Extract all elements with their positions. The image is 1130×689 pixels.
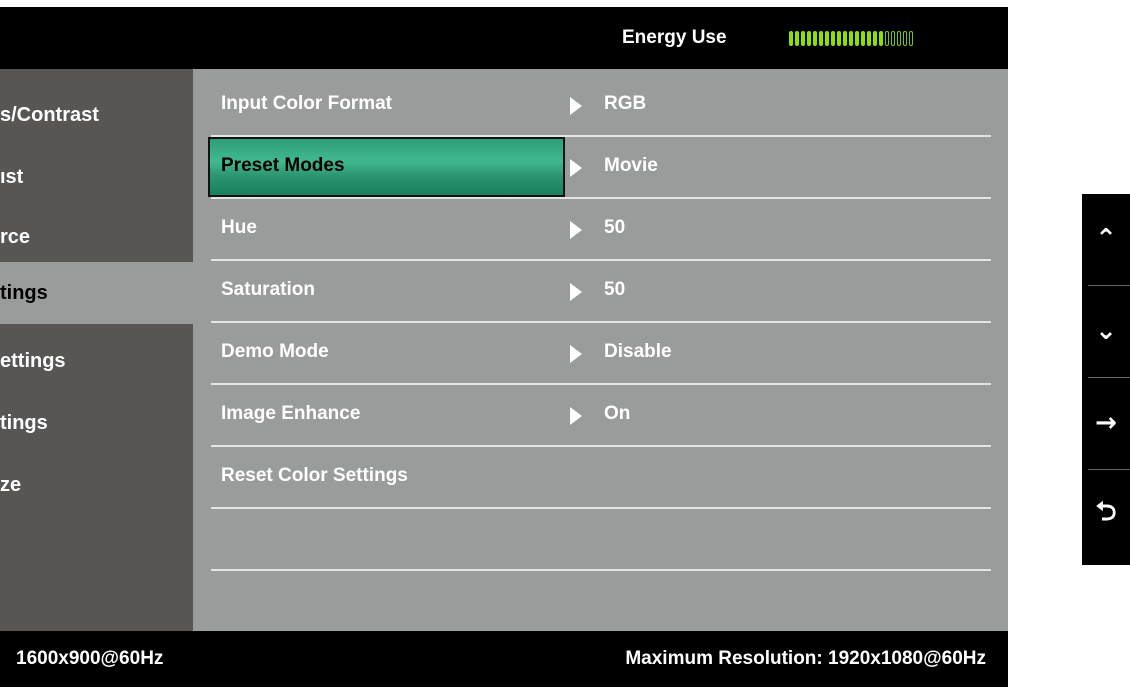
energy-use-label: Energy Use	[622, 27, 727, 48]
energy-segment	[849, 31, 853, 46]
sidebar-item-label: tings	[0, 412, 48, 434]
menu-row-value: RGB	[604, 93, 647, 114]
triangle-right-icon	[570, 345, 582, 363]
menu-row-label: Saturation	[221, 279, 315, 300]
energy-segment	[867, 31, 871, 46]
menu-row[interactable]: Hue 50	[211, 199, 991, 261]
sidebar: s/Contrast ıst rce tings ettings tings ze	[0, 69, 193, 631]
menu-row-label: Demo Mode	[221, 341, 329, 362]
menu-row[interactable]: Preset Modes Movie	[208, 137, 991, 199]
top-bar: Energy Use	[0, 7, 1008, 69]
energy-segment	[789, 31, 793, 46]
return-icon: ⮌	[1095, 497, 1117, 527]
menu-row[interactable]: Demo Mode Disable	[211, 323, 991, 385]
energy-segment	[891, 31, 895, 46]
triangle-right-icon	[570, 97, 582, 115]
sidebar-item[interactable]: tings	[0, 391, 193, 455]
sidebar-item[interactable]: rce	[0, 205, 193, 269]
enter-button[interactable]: →	[1082, 378, 1130, 468]
menu-row-label: Preset Modes	[221, 155, 345, 176]
triangle-right-icon	[570, 407, 582, 425]
menu-row-value: Movie	[604, 155, 658, 176]
menu-row[interactable]: Saturation 50	[211, 261, 991, 323]
down-button[interactable]: ⌄	[1082, 286, 1130, 376]
energy-segment	[873, 31, 877, 46]
sidebar-item[interactable]: s/Contrast	[0, 83, 193, 147]
menu-row[interactable]: Reset Color Settings	[211, 447, 991, 509]
sidebar-item-label: ze	[0, 474, 22, 496]
energy-segment	[897, 31, 901, 46]
sidebar-item-label: rce	[0, 226, 31, 248]
triangle-right-icon	[570, 221, 582, 239]
menu-row-label: Input Color Format	[221, 93, 392, 114]
triangle-right-icon	[570, 283, 582, 301]
row-divider	[211, 569, 991, 571]
chevron-down-icon: ⌄	[1095, 316, 1117, 346]
back-button[interactable]: ⮌	[1082, 470, 1130, 560]
up-button[interactable]: ⌃	[1082, 194, 1130, 284]
sidebar-item-label: ıst	[0, 166, 24, 188]
energy-segment	[801, 31, 805, 46]
sidebar-item[interactable]: ettings	[0, 329, 193, 393]
navigation-buttons: ⌃ ⌄ → ⮌	[1082, 194, 1130, 565]
menu-row-label: Image Enhance	[221, 403, 361, 424]
energy-segment	[879, 31, 883, 46]
energy-segment	[813, 31, 817, 46]
sidebar-item-label: tings	[0, 282, 48, 304]
menu-row-label: Hue	[221, 217, 257, 238]
status-bar: 1600x900@60Hz Maximum Resolution: 1920x1…	[0, 631, 1008, 687]
current-resolution: 1600x900@60Hz	[16, 648, 164, 669]
osd-menu: Energy Use s/Contrast ıst rce tings ettings t…	[0, 7, 1008, 687]
energy-segment	[855, 31, 859, 46]
chevron-up-icon: ⌃	[1095, 224, 1117, 254]
energy-segment	[861, 31, 865, 46]
energy-segment	[795, 31, 799, 46]
sidebar-item[interactable]: tings	[0, 262, 193, 324]
menu-row[interactable]: Input Color Format RGB	[211, 75, 991, 137]
energy-segment	[903, 31, 907, 46]
energy-segment	[831, 31, 835, 46]
menu-row-value: 50	[604, 217, 626, 238]
sidebar-item-label: ettings	[0, 350, 66, 372]
menu-row[interactable]: Image Enhance On	[211, 385, 991, 447]
energy-segment	[843, 31, 847, 46]
menu-row-value: On	[604, 403, 631, 424]
energy-segment	[885, 31, 889, 46]
menu-row-label: Reset Color Settings	[221, 465, 408, 486]
energy-segment	[807, 31, 811, 46]
energy-segment	[819, 31, 823, 46]
sidebar-item[interactable]: ıst	[0, 145, 193, 209]
maximum-resolution: Maximum Resolution: 1920x1080@60Hz	[625, 648, 986, 669]
menu-row[interactable]	[211, 509, 991, 571]
menu-row-value: 50	[604, 279, 626, 300]
arrow-right-icon: →	[1095, 408, 1117, 438]
sidebar-item-label: s/Contrast	[0, 104, 99, 126]
menu-row-value: Disable	[604, 341, 672, 362]
sidebar-item[interactable]: ze	[0, 453, 193, 517]
menu-panel: Input Color Format RGB Preset Modes Movie Hu…	[193, 69, 1008, 631]
triangle-right-icon	[570, 159, 582, 177]
energy-segment	[837, 31, 841, 46]
energy-segment	[909, 31, 913, 46]
energy-meter	[789, 31, 913, 47]
energy-segment	[825, 31, 829, 46]
